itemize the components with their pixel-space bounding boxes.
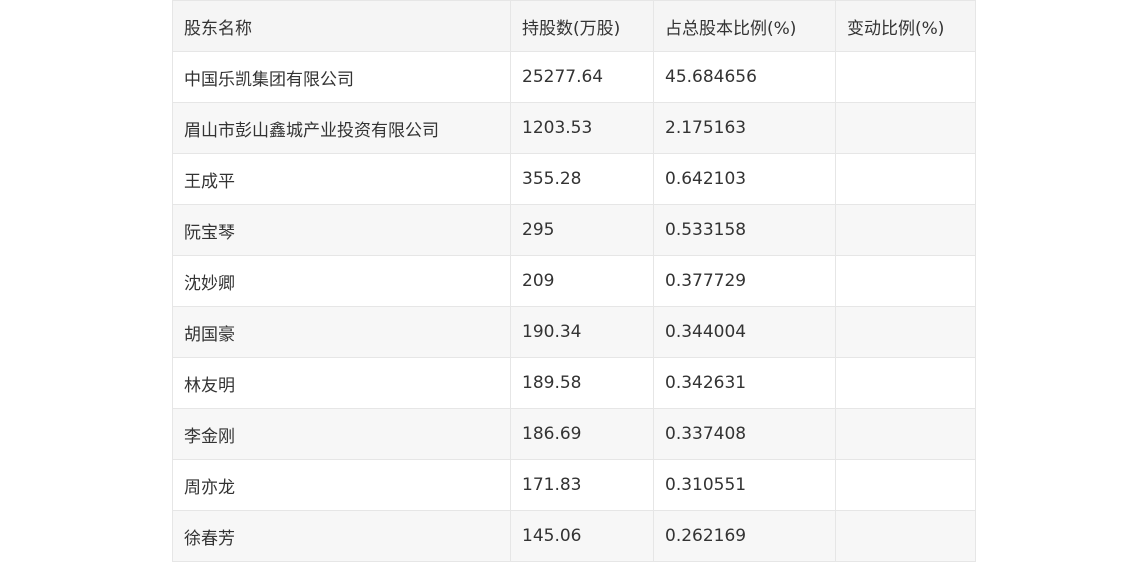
table-row: 林友明 189.58 0.342631 bbox=[172, 357, 976, 409]
cell-shareholder-name: 周亦龙 bbox=[172, 459, 511, 511]
table-row: 胡国豪 190.34 0.344004 bbox=[172, 306, 976, 358]
cell-shareholder-name: 林友明 bbox=[172, 357, 511, 409]
cell-shares-held: 209 bbox=[510, 255, 654, 307]
cell-share-ratio: 2.175163 bbox=[653, 102, 836, 154]
cell-share-ratio: 0.344004 bbox=[653, 306, 836, 358]
cell-change-ratio bbox=[835, 459, 976, 511]
cell-share-ratio: 0.377729 bbox=[653, 255, 836, 307]
cell-share-ratio: 0.337408 bbox=[653, 408, 836, 460]
cell-change-ratio bbox=[835, 204, 976, 256]
cell-shareholder-name: 李金刚 bbox=[172, 408, 511, 460]
cell-change-ratio bbox=[835, 102, 976, 154]
table-row: 周亦龙 171.83 0.310551 bbox=[172, 459, 976, 511]
table-row: 眉山市彭山鑫城产业投资有限公司 1203.53 2.175163 bbox=[172, 102, 976, 154]
cell-shares-held: 295 bbox=[510, 204, 654, 256]
table-row: 阮宝琴 295 0.533158 bbox=[172, 204, 976, 256]
table-row: 中国乐凯集团有限公司 25277.64 45.684656 bbox=[172, 51, 976, 103]
cell-share-ratio: 0.533158 bbox=[653, 204, 836, 256]
table-header-row: 股东名称 持股数(万股) 占总股本比例(%) 变动比例(%) bbox=[172, 0, 976, 52]
table-row: 徐春芳 145.06 0.262169 bbox=[172, 510, 976, 562]
cell-shares-held: 189.58 bbox=[510, 357, 654, 409]
table-row: 李金刚 186.69 0.337408 bbox=[172, 408, 976, 460]
cell-shareholder-name: 胡国豪 bbox=[172, 306, 511, 358]
shareholder-table: 股东名称 持股数(万股) 占总股本比例(%) 变动比例(%) 中国乐凯集团有限公… bbox=[172, 0, 976, 562]
cell-change-ratio bbox=[835, 357, 976, 409]
cell-share-ratio: 0.310551 bbox=[653, 459, 836, 511]
header-share-ratio: 占总股本比例(%) bbox=[653, 0, 836, 52]
cell-share-ratio: 0.262169 bbox=[653, 510, 836, 562]
cell-shareholder-name: 王成平 bbox=[172, 153, 511, 205]
cell-change-ratio bbox=[835, 255, 976, 307]
cell-shareholder-name: 徐春芳 bbox=[172, 510, 511, 562]
cell-shares-held: 190.34 bbox=[510, 306, 654, 358]
header-change-ratio: 变动比例(%) bbox=[835, 0, 976, 52]
cell-shares-held: 145.06 bbox=[510, 510, 654, 562]
header-shareholder-name: 股东名称 bbox=[172, 0, 511, 52]
cell-share-ratio: 0.342631 bbox=[653, 357, 836, 409]
cell-shares-held: 186.69 bbox=[510, 408, 654, 460]
cell-change-ratio bbox=[835, 153, 976, 205]
cell-change-ratio bbox=[835, 51, 976, 103]
cell-shareholder-name: 眉山市彭山鑫城产业投资有限公司 bbox=[172, 102, 511, 154]
cell-shareholder-name: 中国乐凯集团有限公司 bbox=[172, 51, 511, 103]
cell-shares-held: 171.83 bbox=[510, 459, 654, 511]
table-row: 王成平 355.28 0.642103 bbox=[172, 153, 976, 205]
cell-change-ratio bbox=[835, 408, 976, 460]
cell-share-ratio: 45.684656 bbox=[653, 51, 836, 103]
cell-shares-held: 355.28 bbox=[510, 153, 654, 205]
cell-shareholder-name: 阮宝琴 bbox=[172, 204, 511, 256]
cell-shares-held: 25277.64 bbox=[510, 51, 654, 103]
cell-share-ratio: 0.642103 bbox=[653, 153, 836, 205]
shareholder-table-container: 股东名称 持股数(万股) 占总股本比例(%) 变动比例(%) 中国乐凯集团有限公… bbox=[172, 0, 976, 562]
cell-change-ratio bbox=[835, 306, 976, 358]
cell-shareholder-name: 沈妙卿 bbox=[172, 255, 511, 307]
header-shares-held: 持股数(万股) bbox=[510, 0, 654, 52]
table-row: 沈妙卿 209 0.377729 bbox=[172, 255, 976, 307]
cell-shares-held: 1203.53 bbox=[510, 102, 654, 154]
cell-change-ratio bbox=[835, 510, 976, 562]
